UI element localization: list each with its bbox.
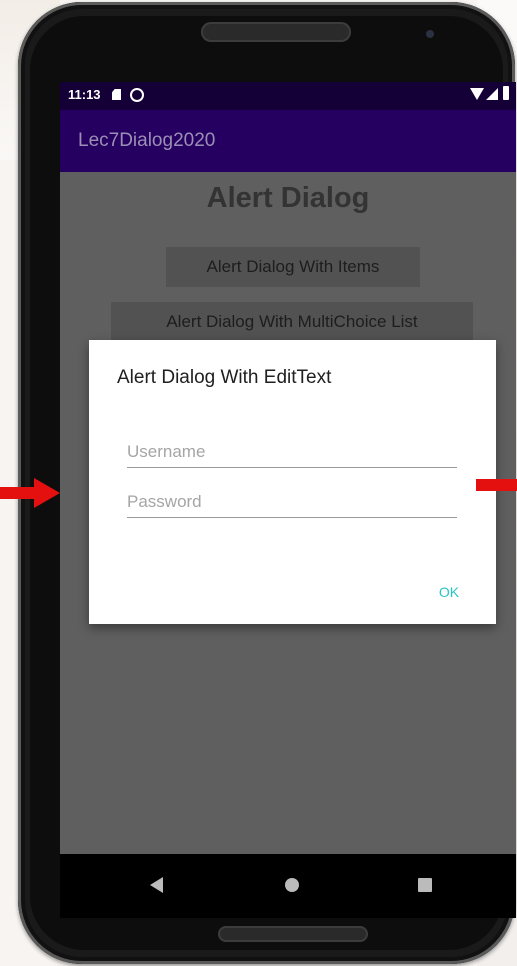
alert-dialog-items-button[interactable]: Alert Dialog With Items bbox=[166, 247, 420, 287]
password-input[interactable] bbox=[127, 487, 457, 518]
device-screen: 11:13 Lec7Dialog2020 Alert Dialog Alert … bbox=[60, 82, 516, 918]
page-title: Alert Dialog bbox=[206, 182, 370, 214]
dnd-icon bbox=[130, 88, 144, 102]
recents-icon[interactable] bbox=[418, 878, 432, 892]
sd-card-icon bbox=[112, 89, 121, 100]
wifi-icon bbox=[470, 88, 484, 100]
battery-icon bbox=[503, 86, 509, 100]
alert-dialog-multichoice-button[interactable]: Alert Dialog With MultiChoice List bbox=[111, 302, 473, 342]
phone-frame: 11:13 Lec7Dialog2020 Alert Dialog Alert … bbox=[18, 2, 516, 964]
back-icon[interactable] bbox=[150, 877, 163, 893]
app-title: Lec7Dialog2020 bbox=[78, 130, 216, 151]
earpiece-speaker bbox=[201, 22, 351, 42]
alert-dialog: Alert Dialog With EditText OK bbox=[89, 340, 496, 624]
signal-icon bbox=[486, 88, 498, 100]
app-bar: Lec7Dialog2020 bbox=[60, 110, 516, 172]
navigation-bar bbox=[60, 854, 516, 918]
annotation-arrow-tail bbox=[476, 479, 517, 491]
status-time: 11:13 bbox=[68, 87, 101, 102]
bottom-speaker bbox=[218, 926, 368, 942]
dialog-title: Alert Dialog With EditText bbox=[117, 367, 332, 388]
annotation-arrow-icon bbox=[0, 478, 60, 508]
username-input[interactable] bbox=[127, 437, 457, 468]
front-camera bbox=[426, 30, 434, 38]
home-icon[interactable] bbox=[285, 878, 299, 892]
status-bar: 11:13 bbox=[60, 82, 516, 110]
ok-button[interactable]: OK bbox=[424, 580, 474, 604]
